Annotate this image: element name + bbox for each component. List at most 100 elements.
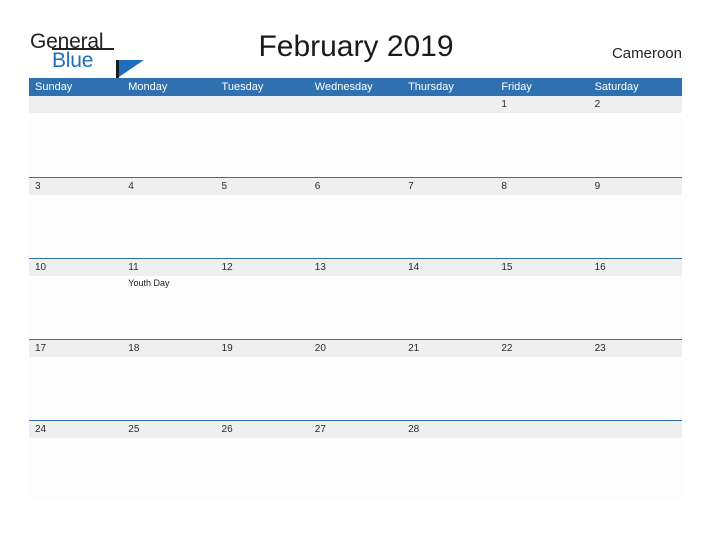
weekday-header-tuesday: Tuesday [221,81,264,93]
calendar-page: General Blue February 2019 Cameroon Sund… [0,0,712,550]
calendar-day-cell[interactable]: 10 [29,259,123,339]
day-number: 22 [501,343,513,354]
calendar-day-cell[interactable]: 2 [588,96,682,176]
calendar-week-row: 12 [29,96,682,177]
day-number: 1 [501,99,507,110]
day-number-band [588,421,682,438]
day-number: 9 [594,181,601,192]
day-number-band [29,178,123,195]
day-event-label: Youth Day [128,278,170,288]
day-number: 18 [128,343,140,354]
day-number-band [495,178,589,195]
day-number: 4 [128,181,134,192]
calendar-day-cell[interactable]: 11 Youth Day [122,259,216,339]
day-number: 26 [221,424,233,435]
calendar-day-cell[interactable]: 4 [122,178,216,258]
calendar-day-cell[interactable]: 17 [29,340,123,420]
region-label: Cameroon [611,45,682,62]
day-number: 21 [408,343,420,354]
calendar-day-cell[interactable]: 24 [29,421,123,501]
day-number-band [588,96,682,113]
day-number-band [495,421,589,438]
calendar-day-cell[interactable]: 13 [308,259,403,339]
calendar-week-inner: 24 25 26 27 28 [29,421,682,501]
calendar-grid: Sunday Monday Tuesday Wednesday Thursday… [29,78,682,501]
weekday-header-saturday: Saturday [594,81,639,93]
calendar-week-inner: 17 18 19 20 21 22 23 [29,340,682,420]
day-number: 12 [221,262,233,273]
weekday-header-thursday: Thursday [408,81,454,93]
calendar-week-row: 17 18 19 20 21 22 23 [29,339,682,420]
calendar-week-row: 24 25 26 27 28 [29,420,682,501]
day-number: 10 [35,262,47,273]
day-number: 6 [314,181,321,192]
day-number: 16 [594,262,606,273]
day-number-band [122,96,216,113]
day-number-band [122,178,216,195]
day-number: 8 [501,181,507,192]
calendar-day-cell[interactable]: 28 [402,421,496,501]
calendar-weeks: 1 2 3 4 5 6 7 8 9 10 11 Youth Day 12 13 14 15 16 17 18 19 20… [29,96,682,501]
day-number: 27 [314,424,326,435]
calendar-day-cell-empty [495,421,589,501]
calendar-day-cell[interactable]: 20 [308,340,403,420]
calendar-day-cell-empty [308,96,403,176]
calendar-day-cell[interactable]: 18 [122,340,216,420]
calendar-day-cell[interactable]: 5 [215,178,309,258]
calendar-day-cell[interactable]: 1 [495,96,589,176]
calendar-day-cell[interactable]: 25 [122,421,216,501]
weekday-header-row: Sunday Monday Tuesday Wednesday Thursday… [29,78,682,96]
calendar-day-cell-empty [402,96,496,176]
day-number: 2 [594,99,601,110]
calendar-week-inner: 10 11 Youth Day 12 13 14 15 16 [29,259,682,339]
day-number-band [402,178,496,195]
calendar-day-cell[interactable]: 26 [215,421,309,501]
calendar-day-cell[interactable]: 15 [495,259,589,339]
day-number: 7 [408,181,414,192]
calendar-day-cell[interactable]: 14 [402,259,496,339]
day-number: 28 [408,424,420,435]
calendar-day-cell[interactable]: 16 [588,259,682,339]
day-number: 23 [594,343,606,354]
calendar-week-row: 3 4 5 6 7 8 9 [29,177,682,258]
calendar-week-row: 10 11 Youth Day 12 13 14 15 16 [29,258,682,339]
page-header: General Blue February 2019 Cameroon [0,0,712,80]
weekday-header-sunday: Sunday [35,81,73,93]
calendar-day-cell[interactable]: 12 [215,259,309,339]
day-number-band [402,96,496,113]
calendar-day-cell-empty [29,96,123,176]
weekday-header-wednesday: Wednesday [314,81,373,93]
calendar-day-cell-empty [215,96,309,176]
page-title: February 2019 [258,30,454,63]
calendar-day-cell[interactable]: 23 [588,340,682,420]
day-events: Youth Day [128,277,214,290]
day-number: 14 [408,262,420,273]
calendar-day-cell-empty [588,421,682,501]
calendar-day-cell[interactable]: 9 [588,178,682,258]
day-number: 15 [501,262,513,273]
day-number: 11 [128,262,139,273]
weekday-header-friday: Friday [501,81,532,93]
day-number-band [215,178,309,195]
calendar-day-cell[interactable]: 6 [308,178,403,258]
day-number-band [308,96,403,113]
day-number-band [495,96,589,113]
day-number: 20 [314,343,326,354]
day-number-band [215,96,309,113]
day-number: 19 [221,343,233,354]
calendar-day-cell[interactable]: 7 [402,178,496,258]
calendar-week-inner: 3 4 5 6 7 8 9 [29,178,682,258]
day-number-band [308,178,403,195]
day-number: 24 [35,424,47,435]
weekday-header-monday: Monday [128,81,168,93]
calendar-day-cell[interactable]: 22 [495,340,589,420]
calendar-day-cell[interactable]: 21 [402,340,496,420]
calendar-day-cell[interactable]: 3 [29,178,123,258]
calendar-day-cell-empty [122,96,216,176]
calendar-day-cell[interactable]: 27 [308,421,403,501]
day-number-band [29,96,123,113]
day-number: 13 [314,262,326,273]
calendar-day-cell[interactable]: 8 [495,178,589,258]
calendar-week-inner: 12 [29,96,682,176]
calendar-day-cell[interactable]: 19 [215,340,309,420]
